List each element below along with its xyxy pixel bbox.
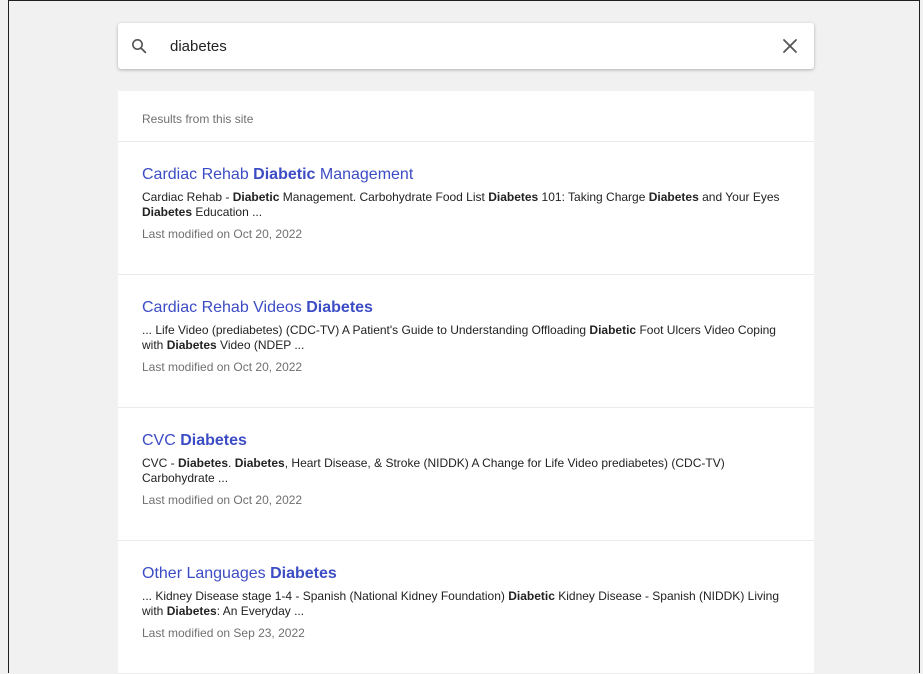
result-item: Cardiac Rehab Diabetic Management Cardiac…	[118, 142, 814, 275]
result-title-text: Cardiac Rehab Videos	[142, 299, 307, 316]
result-title-highlight: Diabetes	[306, 299, 373, 316]
result-snippet-highlight: Diabetes	[142, 205, 193, 219]
result-modified-date: Last modified on Oct 20, 2022	[142, 493, 303, 507]
result-modified-date: Last modified on Sep 23, 2022	[142, 626, 305, 640]
result-snippet-text: 101: Taking Charge	[538, 190, 649, 204]
results-header: Results from this site	[118, 91, 814, 142]
result-title-link[interactable]: CVC Diabetes	[142, 431, 247, 451]
result-item: Cardiac Rehab Videos Diabetes... Life Vi…	[118, 275, 814, 408]
result-snippet: ... Life Video (prediabetes) (CDC-TV) A …	[142, 323, 790, 353]
result-title-highlight: Diabetes	[270, 565, 337, 582]
result-item: Other Languages Diabetes... Kidney Disea…	[118, 541, 814, 674]
result-snippet: Cardiac Rehab - Diabetic Management. Car…	[142, 190, 790, 220]
result-modified-date: Last modified on Oct 20, 2022	[142, 360, 303, 374]
result-modified-date: Last modified on Oct 20, 2022	[142, 227, 303, 241]
result-snippet-highlight: Diabetes	[648, 190, 699, 204]
result-snippet-highlight: Diabetes	[488, 190, 539, 204]
result-snippet-text: ... Life Video (prediabetes) (CDC-TV) A …	[142, 323, 590, 337]
result-item: CVC Diabetes CVC - Diabetes. Diabetes, He…	[118, 408, 814, 541]
results-panel: Results from this site Cardiac Rehab Dia…	[118, 91, 814, 674]
result-snippet-highlight: Diabetic	[589, 323, 637, 337]
search-input[interactable]	[170, 31, 780, 61]
result-title-highlight: Diabetes	[180, 432, 247, 449]
result-snippet-text: Video (NDEP ...	[216, 338, 305, 352]
search-icon[interactable]	[130, 37, 148, 55]
result-snippet: ... Kidney Disease stage 1-4 - Spanish (…	[142, 589, 790, 619]
result-title-link[interactable]: Other Languages Diabetes	[142, 564, 337, 584]
result-title-link[interactable]: Cardiac Rehab Videos Diabetes	[142, 298, 373, 318]
result-title-text: CVC	[142, 432, 181, 449]
result-snippet: CVC - Diabetes. Diabetes, Heart Disease,…	[142, 456, 790, 486]
result-snippet-text: Cardiac Rehab -	[142, 190, 233, 204]
result-snippet-highlight: Diabetes	[166, 338, 217, 352]
result-title-text: Management	[315, 166, 414, 183]
result-snippet-text: .	[228, 456, 235, 470]
result-title-link[interactable]: Cardiac Rehab Diabetic Management	[142, 165, 413, 185]
result-snippet-text: Education ...	[192, 205, 263, 219]
results-list: Cardiac Rehab Diabetic Management Cardiac…	[118, 142, 814, 674]
page-frame: Results from this site Cardiac Rehab Dia…	[8, 0, 920, 674]
result-snippet-text: CVC -	[142, 456, 178, 470]
close-icon[interactable]	[780, 36, 800, 56]
result-title-text: Other Languages	[142, 565, 271, 582]
result-snippet-text: : An Everyday ...	[216, 604, 305, 618]
result-snippet-text: ... Kidney Disease stage 1-4 - Spanish (…	[142, 589, 509, 603]
result-snippet-highlight: Diabetes	[178, 456, 229, 470]
result-snippet-highlight: Diabetes	[234, 456, 285, 470]
result-snippet-highlight: Diabetic	[232, 190, 280, 204]
result-title-text: Cardiac Rehab	[142, 166, 254, 183]
search-box[interactable]	[118, 23, 814, 69]
result-snippet-text: and Your Eyes	[698, 190, 780, 204]
result-title-highlight: Diabetic	[253, 166, 316, 183]
result-snippet-highlight: Diabetic	[508, 589, 555, 603]
result-snippet-text: Management. Carbohydrate Food List	[279, 190, 489, 204]
result-snippet-highlight: Diabetes	[166, 604, 217, 618]
